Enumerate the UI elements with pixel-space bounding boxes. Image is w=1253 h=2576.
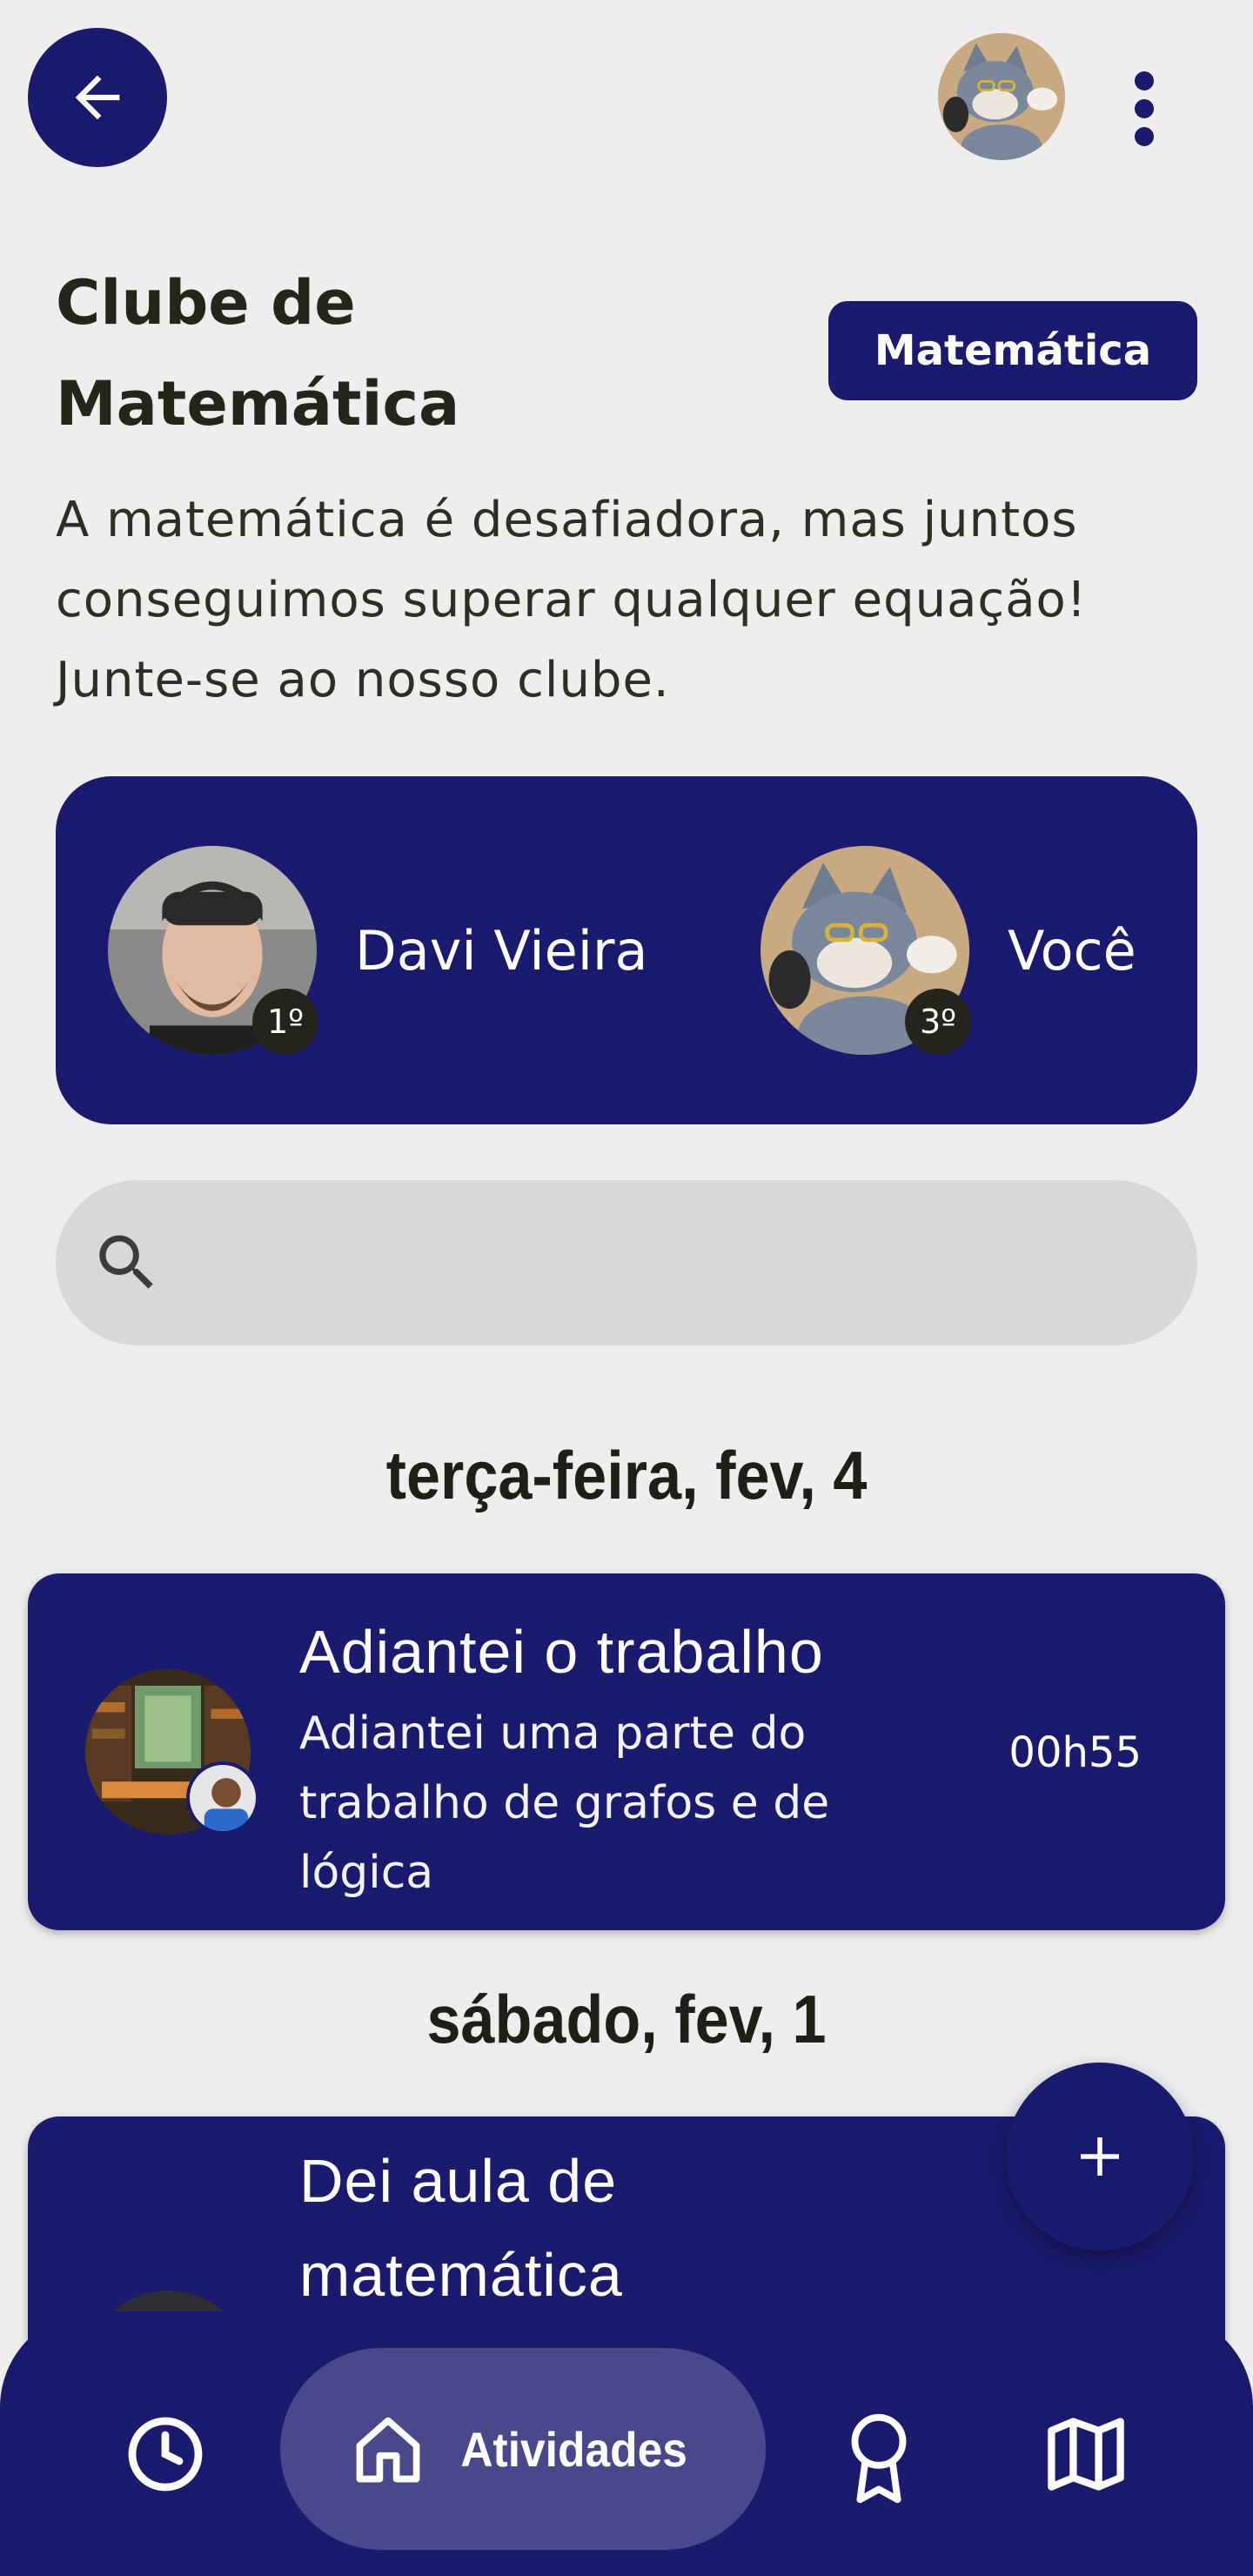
menu-dot — [1135, 127, 1154, 146]
nav-item-label: Atividades — [460, 2421, 688, 2477]
back-button[interactable] — [28, 28, 167, 167]
award-icon — [851, 2413, 907, 2504]
activity-title: Dei aula de matemática — [299, 2147, 623, 2309]
date-heading: terça-feira, fev, 4 — [385, 1437, 868, 1513]
more-vertical-icon — [1135, 71, 1154, 91]
club-description: A matemática é desafiadora, mas juntos c… — [56, 492, 1088, 708]
bottom-nav: Atividades — [0, 2311, 1253, 2576]
cat-avatar-image — [938, 33, 1065, 160]
rank-position-badge: 1º — [252, 989, 318, 1055]
plus-icon — [1081, 2137, 1119, 2176]
activity-card[interactable]: Adiantei o trabalho Adiantei uma parte d… — [28, 1573, 1225, 1930]
date-heading: sábado, fev, 1 — [426, 1981, 827, 2057]
search-icon — [99, 1235, 153, 1289]
nav-item-history[interactable] — [113, 2402, 218, 2506]
search-input[interactable] — [190, 1180, 1197, 1345]
ranking-entry-first[interactable]: 1º Davi Vieira — [108, 846, 648, 1055]
activity-avatar — [85, 1669, 259, 1835]
rank-name: Você — [1008, 918, 1136, 983]
activity-duration: 00h55 — [1008, 1728, 1142, 1777]
more-options-button[interactable] — [1114, 61, 1175, 157]
avatar: 3º — [761, 846, 971, 1055]
club-title: Clube de Matemática — [56, 267, 460, 439]
search-bar[interactable] — [56, 1180, 1197, 1345]
rank-position-badge: 3º — [905, 989, 971, 1055]
ranking-entry-me[interactable]: 3º Você — [761, 846, 1136, 1055]
club-page: Clube de Matemática Matemática A matemát… — [0, 0, 1253, 2576]
nav-item-awards[interactable] — [827, 2402, 931, 2515]
clock-icon — [128, 2417, 203, 2492]
arrow-left-icon — [75, 75, 120, 120]
subject-badge: Matemática — [828, 301, 1197, 400]
user-avatar[interactable] — [938, 33, 1065, 160]
menu-dot — [1135, 99, 1154, 118]
activity-title: Adiantei o trabalho — [299, 1618, 824, 1686]
activity-description: Adiantei uma parte do trabalho de grafos… — [299, 1707, 830, 1899]
nav-item-activities[interactable]: Atividades — [280, 2348, 766, 2550]
nav-item-map[interactable] — [1034, 2402, 1138, 2506]
avatar: 1º — [108, 846, 318, 1055]
person-photo — [190, 1765, 256, 1831]
home-icon — [356, 2417, 420, 2483]
add-activity-button[interactable] — [1006, 2063, 1194, 2251]
map-icon — [1048, 2418, 1124, 2491]
ranking-card[interactable]: 1º Davi Vieira 3º Você — [56, 776, 1197, 1124]
avatar — [186, 1761, 259, 1835]
rank-name: Davi Vieira — [355, 918, 648, 983]
